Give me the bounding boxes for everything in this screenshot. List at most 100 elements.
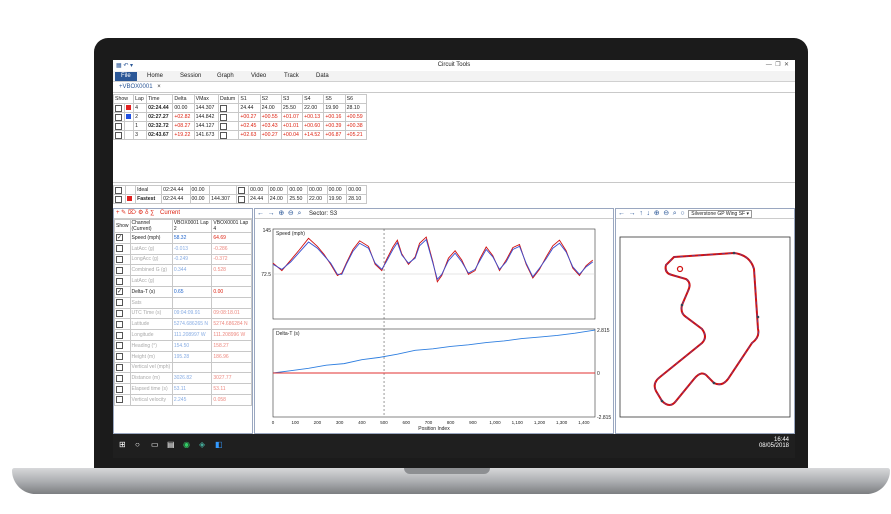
map-down-icon[interactable]: ↓ xyxy=(647,210,651,217)
channel-show-checkbox[interactable] xyxy=(114,361,131,374)
show-checkbox[interactable] xyxy=(113,185,127,195)
channel-show-checkbox[interactable]: ✓ xyxy=(114,232,131,244)
outlook-icon[interactable]: ◧ xyxy=(215,440,223,449)
column-header[interactable]: S6 xyxy=(344,94,368,104)
channel-row[interactable]: ✓ Delta-T (s) 0.65 0.00 xyxy=(114,285,252,298)
channel-row[interactable]: UTC Time (s) 09:04:09.91 09:08:18.01 xyxy=(114,307,252,320)
channel-show-checkbox[interactable] xyxy=(114,350,131,363)
channel-show-checkbox[interactable] xyxy=(114,383,131,395)
map-back-icon[interactable]: ← xyxy=(618,210,625,217)
channel-show-checkbox[interactable] xyxy=(114,275,131,287)
channel-show-checkbox[interactable] xyxy=(114,318,131,331)
channel-show-checkbox[interactable] xyxy=(114,307,131,320)
column-header[interactable]: Show xyxy=(113,94,135,104)
graph-canvas[interactable]: Speed (mph) Delta-T (s) 145 72.5 2.815 0 -2.81… xyxy=(255,219,613,434)
lap-row[interactable]: 4 02:24.44 00.00 144.307 24.44 24.00 25.50 22.0… xyxy=(113,103,368,113)
show-checkbox[interactable] xyxy=(113,130,126,140)
window-controls[interactable]: — ❐ ✕ xyxy=(766,61,789,68)
channel-row[interactable]: Sats xyxy=(114,296,252,309)
column-header[interactable]: VMax xyxy=(193,94,219,104)
show-checkbox[interactable] xyxy=(113,112,126,122)
tab-graph[interactable]: Graph xyxy=(217,72,234,81)
tab-session[interactable]: Session xyxy=(180,72,201,81)
task-view-icon[interactable]: ▭ xyxy=(151,440,159,449)
channel-row[interactable]: LatAcc (g) -0.013 -0.286 xyxy=(114,242,252,255)
sector-time: 24.44 xyxy=(238,103,261,113)
map-forward-icon[interactable]: → xyxy=(629,210,636,217)
summary-sector: 00.00 xyxy=(326,185,348,195)
datum-checkbox[interactable] xyxy=(235,194,250,204)
column-header[interactable]: Delta xyxy=(172,94,195,104)
zoom-in-icon[interactable]: ⊕ xyxy=(278,210,284,217)
map-zoom-out-icon[interactable]: ⊖ xyxy=(663,210,669,217)
lap-number: 3 xyxy=(133,130,148,140)
tab-data[interactable]: Data xyxy=(316,72,329,81)
map-search-icon[interactable]: ⌕ xyxy=(673,210,677,217)
channel-row[interactable]: LongAcc (g) -0.249 -0.372 xyxy=(114,253,252,266)
window-title: Circuit Tools xyxy=(437,62,471,68)
zoom-out-icon[interactable]: ⊖ xyxy=(288,210,294,217)
show-checkbox[interactable] xyxy=(113,121,126,131)
zoom-fit-icon[interactable]: ⌕ xyxy=(297,210,301,217)
channel-row[interactable]: Height (m) 195.28 186.96 xyxy=(114,350,252,363)
datum-checkbox[interactable] xyxy=(235,185,250,195)
channel-show-checkbox[interactable] xyxy=(114,393,131,406)
lap-row[interactable]: 2 02:27.27 +02.82 144.842 +00.27 +00.55 +01.07… xyxy=(113,112,368,122)
tab-video[interactable]: Video xyxy=(251,72,266,81)
back-arrow-icon[interactable]: ← xyxy=(257,210,264,217)
show-checkbox[interactable] xyxy=(113,194,127,204)
datum-checkbox[interactable] xyxy=(217,130,240,140)
lap-row[interactable]: 1 02:32.72 +08.27 144.127 +02.45 +03.43 +01.01… xyxy=(113,121,368,131)
column-header[interactable]: S4 xyxy=(302,94,325,104)
map-up-icon[interactable]: ↑ xyxy=(639,210,643,217)
channel-row[interactable]: Vertical vel (mph) xyxy=(114,361,252,374)
forward-arrow-icon[interactable]: → xyxy=(268,210,275,217)
windows-start-icon[interactable]: ⊞ xyxy=(119,440,126,449)
column-header[interactable]: S2 xyxy=(259,94,282,104)
column-header[interactable]: S3 xyxy=(280,94,304,104)
channel-show-checkbox[interactable] xyxy=(114,264,131,277)
channel-show-checkbox[interactable]: ✓ xyxy=(114,285,131,298)
tab-home[interactable]: Home xyxy=(147,72,163,81)
channel-row[interactable]: Vertical velocity 2.245 0.058 xyxy=(114,393,252,406)
chrome-icon[interactable]: ◉ xyxy=(183,440,190,449)
datum-checkbox[interactable] xyxy=(217,112,240,122)
datum-checkbox[interactable] xyxy=(217,121,240,131)
tab-file[interactable]: File xyxy=(115,72,137,81)
channel-show-checkbox[interactable] xyxy=(114,372,131,385)
clock[interactable]: 16:44 08/05/2018 xyxy=(759,437,789,449)
channel-show-checkbox[interactable] xyxy=(114,253,131,266)
column-header[interactable]: S1 xyxy=(238,94,261,104)
channel-name: Longitude xyxy=(129,329,173,341)
column-header[interactable]: S5 xyxy=(323,94,346,104)
map-zoom-in-icon[interactable]: ⊕ xyxy=(654,210,660,217)
tab-track[interactable]: Track xyxy=(284,72,299,81)
column-header[interactable]: Time xyxy=(146,94,174,104)
channel-toolbar-icons[interactable]: + ✎ ⌦ ⚙ δ ∑ xyxy=(116,210,154,216)
datum-checkbox[interactable] xyxy=(217,103,240,113)
track-map[interactable] xyxy=(616,219,794,434)
column-header[interactable]: Datum xyxy=(217,94,240,104)
channel-row[interactable]: Elapsed time (s) 53.11 53.11 xyxy=(114,383,252,395)
app-icon[interactable]: ◈ xyxy=(199,440,205,449)
channel-row[interactable]: LatAcc (g) xyxy=(114,275,252,287)
channel-show-checkbox[interactable] xyxy=(114,339,131,352)
doc-tab-vbox[interactable]: +VBOX0001 × xyxy=(115,83,165,92)
channel-row[interactable]: Latitude 5274.686265 N 5274.686284 N xyxy=(114,318,252,331)
channel-row[interactable]: ✓ Speed (mph) 58.32 64.69 xyxy=(114,232,252,244)
column-header[interactable]: Lap xyxy=(133,94,148,104)
channel-row[interactable]: Combined G (g) 0.344 0.528 xyxy=(114,264,252,277)
channel-row[interactable]: Longitude 111.208997 W 111.208996 W xyxy=(114,329,252,341)
show-checkbox[interactable] xyxy=(113,103,126,113)
channel-row[interactable]: Heading (°) 154.50 158.27 xyxy=(114,339,252,352)
track-select[interactable]: Silverstone GP Wing SF ▾ xyxy=(688,210,753,218)
close-icon[interactable]: × xyxy=(157,84,161,90)
file-explorer-icon[interactable]: ▤ xyxy=(167,440,175,449)
channel-row[interactable]: Distance (m) 3026.82 3027.77 xyxy=(114,372,252,385)
channel-show-checkbox[interactable] xyxy=(114,296,131,309)
map-rotate-icon[interactable]: ○ xyxy=(680,210,684,217)
search-icon[interactable]: ○ xyxy=(135,440,140,449)
channel-show-checkbox[interactable] xyxy=(114,329,131,341)
channel-show-checkbox[interactable] xyxy=(114,242,131,255)
lap-row[interactable]: 3 02:43.67 +19.22 141.673 +02.63 +00.27 +00.04… xyxy=(113,130,368,140)
